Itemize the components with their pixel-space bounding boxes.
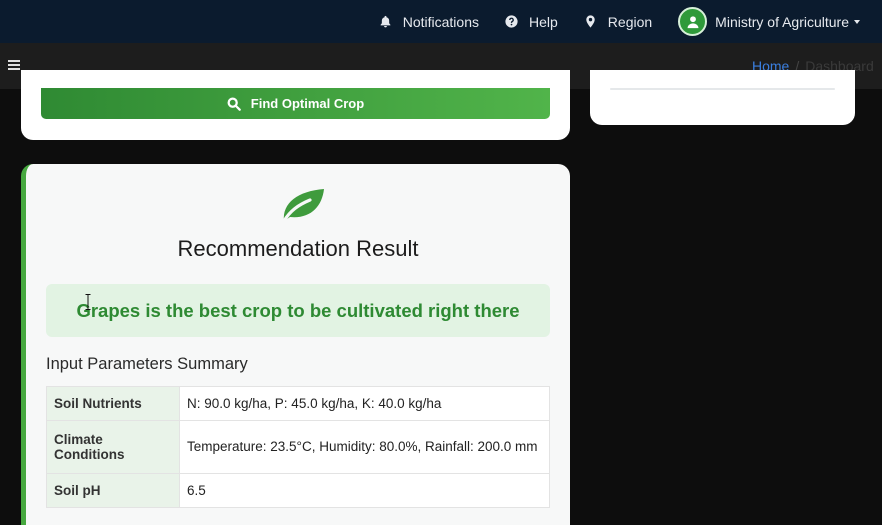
result-title: Recommendation Result [177,236,419,261]
result-message: Grapes is the best crop to be cultivated… [76,299,520,321]
parameter-value: Temperature: 23.5°C, Humidity: 80.0%, Ra… [179,420,550,474]
summary-title: Input Parameters Summary [46,355,248,373]
recommendation-result-card: Recommendation Result Grapes is the best… [21,164,570,525]
notifications-link[interactable]: Notifications [379,14,479,30]
result-alert: Grapes is the best crop to be cultivated… [46,284,550,337]
leaf-icon [282,189,324,223]
table-row: Soil pH 6.5 [46,473,550,508]
user-icon [687,15,699,28]
region-link[interactable]: Region [584,14,652,30]
parameter-label: Climate Conditions [46,420,180,474]
bell-icon [380,15,391,28]
divider [610,88,835,90]
crop-form-card: Find Optimal Crop [21,70,570,140]
help-link[interactable]: Help [505,14,558,30]
question-circle-icon [505,15,518,28]
top-navbar: Notifications Help Region Ministry of Ag… [0,0,882,43]
user-label: Ministry of Agriculture [715,13,849,30]
chevron-down-icon [854,20,860,24]
parameter-value: N: 90.0 kg/ha, P: 45.0 kg/ha, K: 40.0 kg… [179,386,550,421]
search-icon [227,97,241,111]
find-optimal-crop-label: Find Optimal Crop [250,96,365,111]
table-row: Climate Conditions Temperature: 23.5°C, … [46,420,550,474]
user-menu-dropdown[interactable]: Ministry of Agriculture [678,7,860,36]
region-label: Region [607,13,653,30]
parameter-label: Soil pH [46,473,180,508]
help-label: Help [529,13,558,30]
text-cursor-icon [85,294,91,310]
table-row: Soil Nutrients N: 90.0 kg/ha, P: 45.0 kg… [46,386,550,421]
notifications-label: Notifications [402,13,479,30]
map-marker-icon [586,15,595,28]
avatar [678,7,708,36]
find-optimal-crop-button[interactable]: Find Optimal Crop [41,88,550,119]
menu-toggle-icon[interactable] [8,60,20,70]
input-parameters-table: Soil Nutrients N: 90.0 kg/ha, P: 45.0 kg… [46,386,550,508]
side-panel-card [590,70,855,125]
parameter-value: 6.5 [179,473,550,508]
parameter-label: Soil Nutrients [46,386,180,421]
